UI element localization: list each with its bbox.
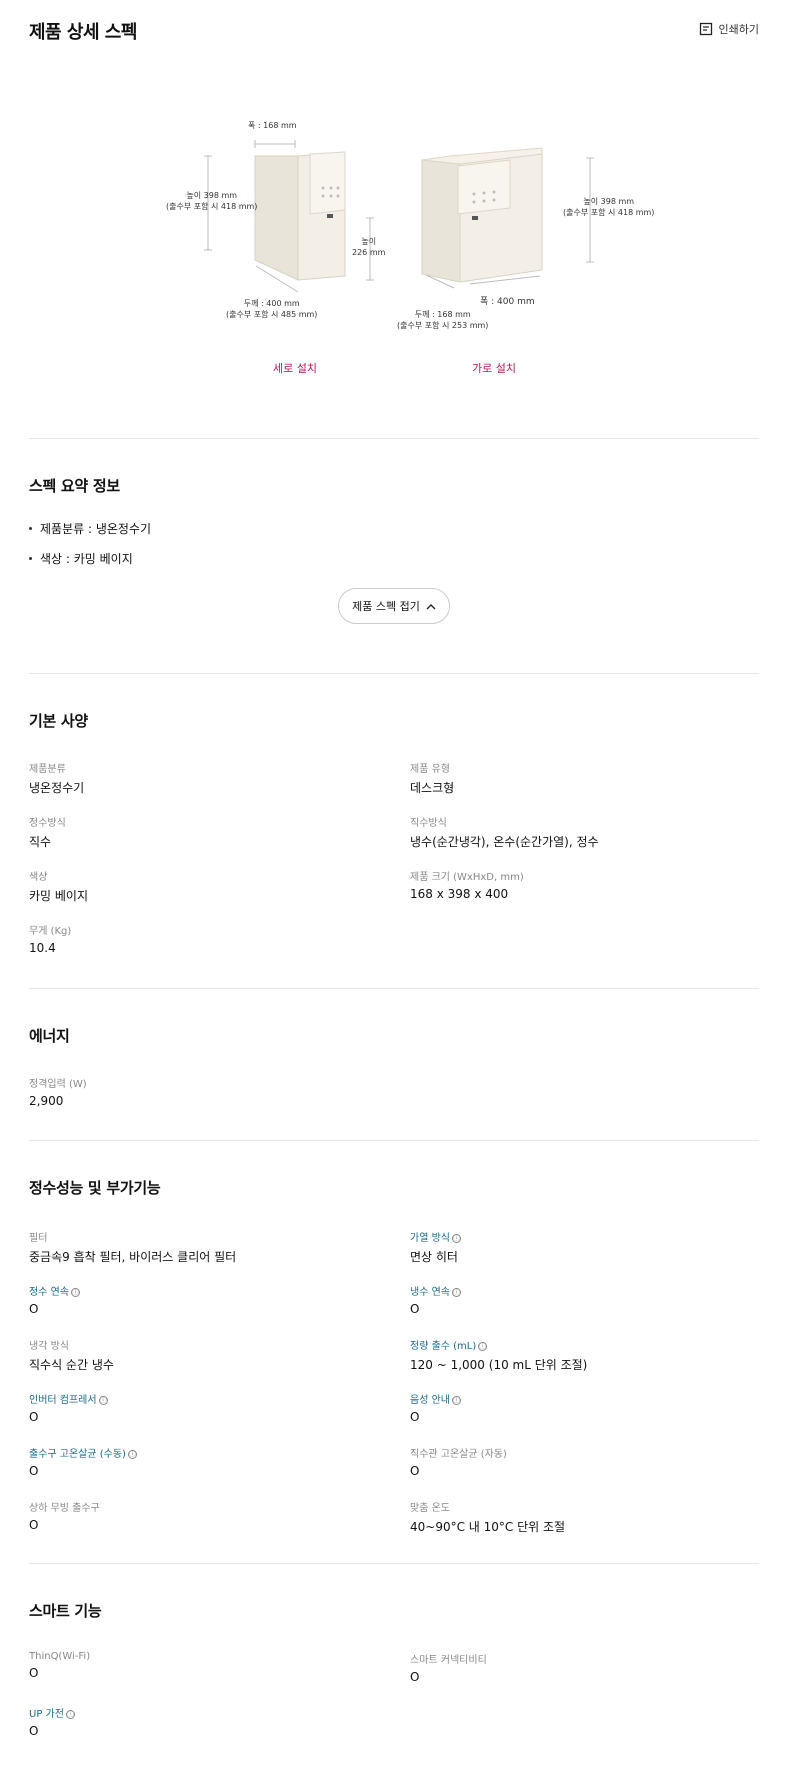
vertical-spout-height-dim: 높이 226 mm bbox=[352, 237, 386, 258]
print-icon bbox=[699, 22, 712, 36]
vertical-install-caption: 세로 설치 bbox=[273, 362, 317, 375]
info-icon[interactable]: ⓘ bbox=[451, 1395, 461, 1405]
page-title: 제품 상세 스펙 bbox=[29, 22, 137, 43]
spec-label-link[interactable]: 정수 연속 ⓘ bbox=[29, 1283, 389, 1298]
spec-item: 필터 중금속9 흡착 필터, 바이러스 클리어 필터 bbox=[29, 1233, 237, 1264]
spec-item: ThinQ(Wi-Fi) O bbox=[29, 1651, 91, 1680]
spec-item: 인버터 컴프레서 ⓘ O bbox=[29, 1391, 389, 1424]
spec-item: 냉수 연속 ⓘ O bbox=[410, 1283, 770, 1316]
spec-item: 제품 크기 (WxHxD, mm) 168 x 398 x 400 bbox=[410, 872, 524, 901]
spec-item: 스마트 커넥티비티 O bbox=[410, 1655, 487, 1684]
spec-item: 가열 방식 ⓘ 면상 히터 bbox=[410, 1229, 770, 1265]
spec-item: 음성 안내 ⓘ O bbox=[410, 1391, 770, 1424]
spec-item: 정량 출수 (mL) ⓘ 120 ~ 1,000 (10 mL 단위 조절) bbox=[410, 1337, 770, 1373]
divider bbox=[29, 988, 759, 989]
spec-label-link[interactable]: 정량 출수 (mL) ⓘ bbox=[410, 1337, 770, 1352]
collapse-specs-button[interactable]: 제품 스펙 접기 bbox=[338, 588, 450, 624]
horizontal-height-dim: 높이 398 mm (출수부 포함 시 418 mm) bbox=[563, 197, 655, 218]
bullet-dot bbox=[29, 527, 32, 530]
spec-label-link[interactable]: 출수구 고온살균 (수동) ⓘ bbox=[29, 1445, 389, 1460]
spec-label-link[interactable]: 냉수 연속 ⓘ bbox=[410, 1283, 770, 1298]
divider bbox=[29, 1140, 759, 1141]
vertical-height-dim: 높이 398 mm (출수부 포함 시 418 mm) bbox=[166, 191, 258, 212]
spec-item: 무게 (Kg) 10.4 bbox=[29, 926, 72, 955]
spec-item: 제품 유형 데스크형 bbox=[410, 764, 455, 795]
info-icon[interactable]: ⓘ bbox=[451, 1233, 461, 1243]
summary-item: 제품분류 : 냉온정수기 bbox=[29, 520, 151, 537]
spec-label-link[interactable]: 인버터 컴프레서 ⓘ bbox=[29, 1391, 389, 1406]
summary-title: 스펙 요약 정보 bbox=[29, 477, 120, 495]
bullet-dot bbox=[29, 557, 32, 560]
basic-title: 기본 사양 bbox=[29, 712, 88, 730]
spec-item: 정격입력 (W) 2,900 bbox=[29, 1079, 87, 1108]
print-label: 인쇄하기 bbox=[718, 23, 759, 36]
divider bbox=[29, 438, 759, 439]
info-icon[interactable]: ⓘ bbox=[127, 1449, 137, 1459]
chevron-up-icon bbox=[426, 603, 436, 609]
spec-item: 색상 카밍 베이지 bbox=[29, 872, 89, 903]
vertical-depth-dim: 두께 : 400 mm (출수부 포함 시 485 mm) bbox=[226, 299, 318, 320]
spec-label-link[interactable]: UP 가전 ⓘ bbox=[29, 1705, 389, 1720]
spec-label-link[interactable]: 가열 방식 ⓘ bbox=[410, 1229, 770, 1244]
spec-item: 냉각 방식 직수식 순간 냉수 bbox=[29, 1341, 114, 1372]
spec-label-link[interactable]: 음성 안내 ⓘ bbox=[410, 1391, 770, 1406]
info-icon[interactable]: ⓘ bbox=[65, 1709, 75, 1719]
spec-item: 출수구 고온살균 (수동) ⓘ O bbox=[29, 1445, 389, 1478]
horizontal-install-caption: 가로 설치 bbox=[472, 362, 516, 375]
horizontal-width-dim: 폭 : 400 mm bbox=[480, 297, 535, 307]
spec-item: 정수방식 직수 bbox=[29, 818, 66, 849]
info-icon[interactable]: ⓘ bbox=[70, 1287, 80, 1297]
spec-item: UP 가전 ⓘ O bbox=[29, 1705, 389, 1738]
divider bbox=[29, 1563, 759, 1564]
spec-item: 제품분류 냉온정수기 bbox=[29, 764, 85, 795]
info-icon[interactable]: ⓘ bbox=[478, 1341, 488, 1351]
spec-item: 직수방식 냉수(순간냉각), 온수(순간가열), 정수 bbox=[410, 818, 599, 849]
summary-item: 색상 : 카밍 베이지 bbox=[29, 550, 133, 567]
energy-title: 에너지 bbox=[29, 1027, 70, 1045]
vertical-width-dim: 폭 : 168 mm bbox=[248, 121, 297, 130]
vertical-install-diagram bbox=[204, 140, 374, 293]
print-button[interactable]: 인쇄하기 bbox=[699, 21, 759, 37]
performance-title: 정수성능 및 부가기능 bbox=[29, 1179, 161, 1197]
horizontal-depth-dim: 두께 : 168 mm (출수부 포함 시 253 mm) bbox=[397, 310, 489, 331]
spec-item: 맞춤 온도 40~90°C 내 10°C 단위 조절 bbox=[410, 1503, 566, 1534]
spec-item: 직수관 고온살균 (자동) O bbox=[410, 1449, 507, 1478]
spec-item: 상하 무빙 출수구 O bbox=[29, 1503, 100, 1532]
info-icon[interactable]: ⓘ bbox=[451, 1287, 461, 1297]
smart-title: 스마트 기능 bbox=[29, 1602, 102, 1620]
spec-item: 정수 연속 ⓘ O bbox=[29, 1283, 389, 1316]
divider bbox=[29, 673, 759, 674]
info-icon[interactable]: ⓘ bbox=[98, 1395, 108, 1405]
